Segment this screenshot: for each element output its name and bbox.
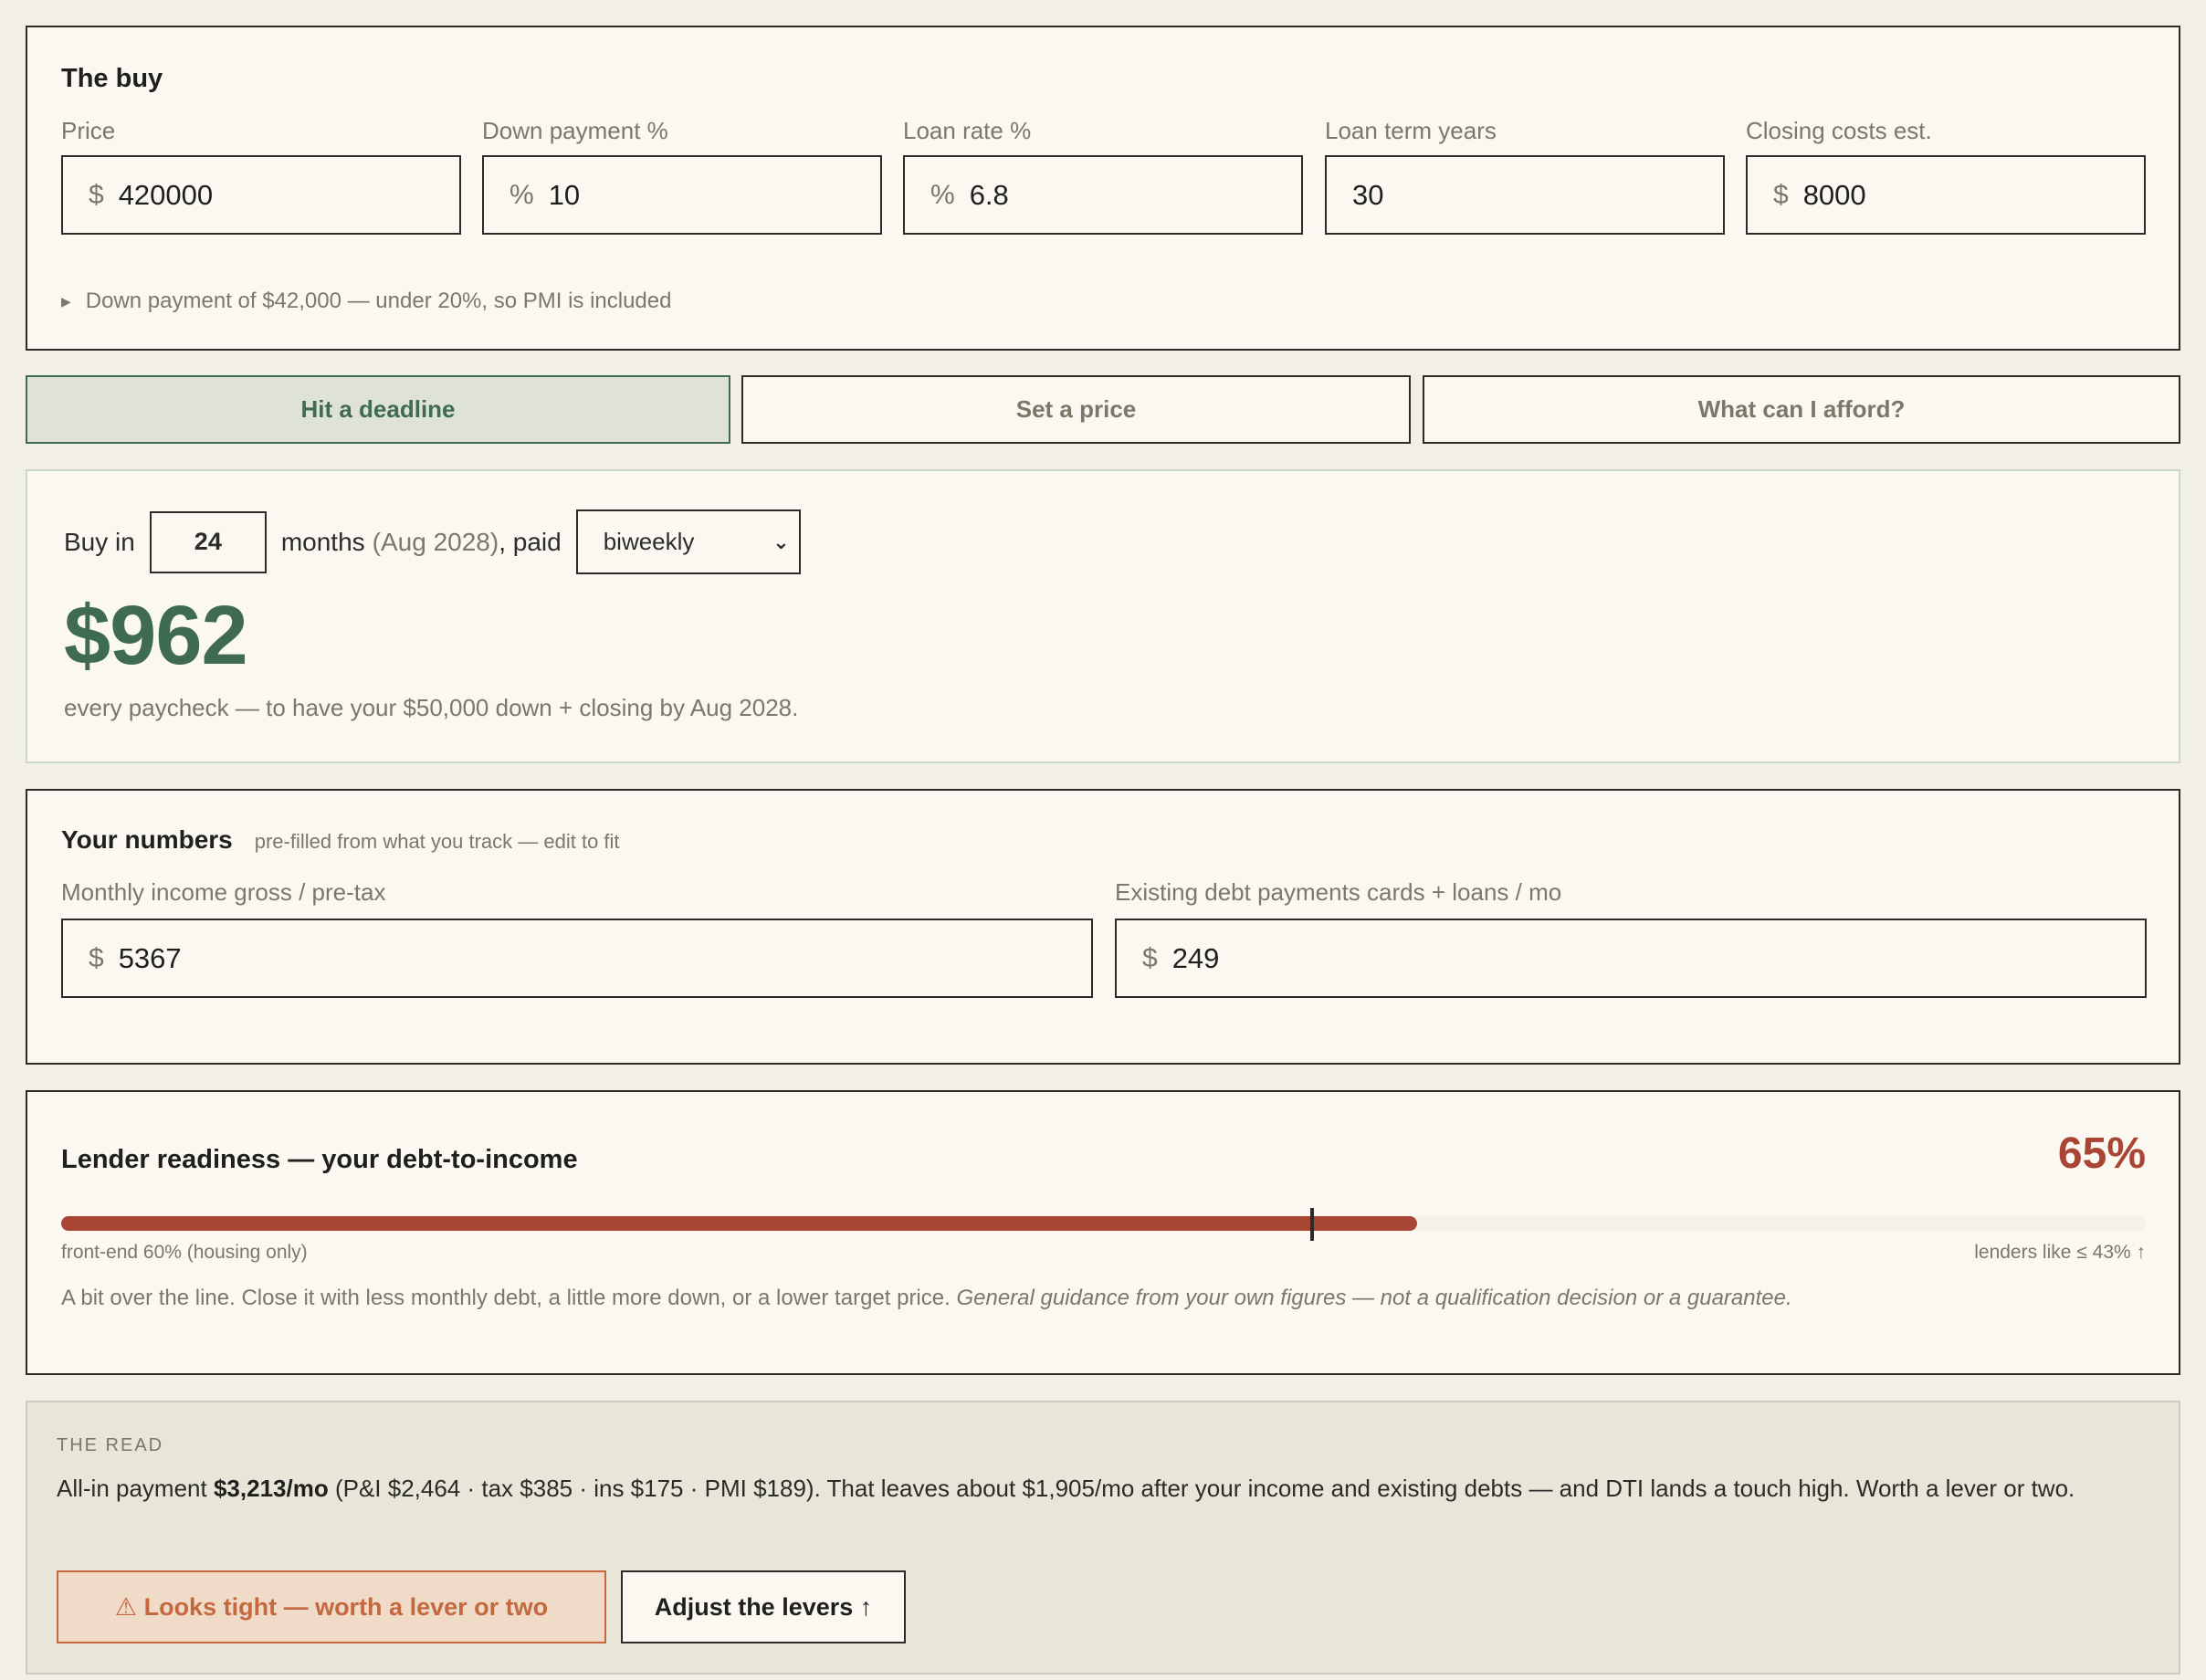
loan-rate-field[interactable]: % — [903, 155, 1303, 235]
price-input[interactable] — [118, 178, 415, 212]
existing-debt-input[interactable] — [1171, 941, 1975, 975]
loan-term-label: Loan term years — [1325, 117, 1497, 144]
all-in-payment: $3,213/mo — [213, 1475, 329, 1502]
loan-term-field[interactable] — [1325, 155, 1725, 235]
closing-costs-field[interactable]: $ — [1746, 155, 2146, 235]
your-numbers-header: Your numbers pre-filled from what you tr… — [61, 825, 620, 855]
down-payment-input[interactable] — [548, 178, 846, 212]
monthly-income-input[interactable] — [118, 941, 921, 975]
dti-guidance-text: A bit over the line. Close it with less … — [61, 1286, 951, 1310]
dti-progress-bar — [61, 1208, 2147, 1241]
per-paycheck-amount: $962 — [64, 589, 248, 682]
lender-readiness-panel: Lender readiness — your debt-to-income 6… — [26, 1090, 2180, 1375]
deadline-subtext: every paycheck — to have your $50,000 do… — [64, 694, 799, 721]
dollar-prefix: $ — [89, 942, 104, 973]
your-numbers-title: Your numbers — [61, 825, 233, 854]
closing-costs-input[interactable] — [1802, 178, 2100, 212]
loan-rate-input[interactable] — [969, 178, 1266, 212]
looks-tight-badge[interactable]: ⚠ Looks tight — worth a lever or two — [57, 1570, 606, 1643]
existing-debt-label: Existing debt payments cards + loans / m… — [1115, 878, 1562, 906]
down-payment-field[interactable]: % — [482, 155, 882, 235]
dollar-prefix: $ — [89, 179, 104, 210]
deadline-sentence: Buy in 24 months (Aug 2028) , paid biwee… — [64, 509, 801, 574]
buy-in-label: Buy in — [64, 527, 135, 556]
your-numbers-panel: Your numbers pre-filled from what you tr… — [26, 789, 2180, 1065]
deadline-panel: Buy in 24 months (Aug 2028) , paid biwee… — [26, 469, 2180, 763]
your-numbers-subtitle: pre-filled from what you track — edit to… — [254, 830, 620, 853]
closing-costs-label: Closing costs est. — [1746, 117, 1932, 144]
chevron-down-icon: ⌄ — [772, 530, 790, 553]
monthly-income-label: Monthly income gross / pre-tax — [61, 878, 386, 906]
dollar-prefix: $ — [1142, 942, 1158, 973]
months-input[interactable]: 24 — [149, 510, 267, 573]
target-date: (Aug 2028) — [372, 527, 499, 556]
adjust-levers-button[interactable]: Adjust the levers ↑ — [621, 1570, 906, 1643]
the-read-panel: THE READ All-in payment $3,213/mo (P&I $… — [26, 1401, 2180, 1675]
loan-rate-label: Loan rate % — [903, 117, 1032, 144]
lenders-threshold-caption: lenders like ≤ 43% ↑ — [1974, 1242, 2146, 1263]
dti-percent: 65% — [2057, 1129, 2146, 1178]
percent-prefix: % — [930, 179, 955, 210]
dti-progress-fill — [61, 1216, 1417, 1231]
monthly-income-field[interactable]: $ — [61, 919, 1093, 998]
dti-guidance-note: A bit over the line. Close it with less … — [61, 1286, 1792, 1311]
down-payment-label: Down payment % — [482, 117, 668, 144]
front-end-caption: front-end 60% (housing only) — [61, 1242, 308, 1263]
paid-label: , paid — [499, 527, 562, 556]
pmi-note-text: Down payment of $42,000 — under 20%, so … — [85, 289, 672, 313]
front-end-marker — [1310, 1208, 1315, 1241]
price-label: Price — [61, 117, 116, 144]
tab-hit-a-deadline[interactable]: Hit a deadline — [26, 375, 730, 444]
price-field[interactable]: $ — [61, 155, 461, 235]
tab-set-a-price[interactable]: Set a price — [741, 375, 1411, 444]
frequency-select[interactable]: biweekly ⌄ — [575, 509, 801, 574]
the-read-summary: All-in payment $3,213/mo (P&I $2,464 · t… — [57, 1468, 2138, 1508]
frequency-value: biweekly — [603, 528, 695, 555]
summary-lead: All-in payment — [57, 1475, 214, 1502]
percent-prefix: % — [509, 179, 534, 210]
months-label: months — [280, 527, 365, 556]
the-buy-panel: The buy Price $ Down payment % % Loan ra… — [26, 26, 2180, 351]
existing-debt-field[interactable]: $ — [1115, 919, 2147, 998]
pmi-note[interactable]: ▶ Down payment of $42,000 — under 20%, s… — [61, 289, 671, 314]
the-buy-title: The buy — [61, 64, 163, 93]
dti-disclaimer: General guidance from your own figures —… — [956, 1286, 1792, 1310]
summary-rest: (P&I $2,464 · tax $385 · ins $175 · PMI … — [328, 1475, 2075, 1502]
lender-readiness-title: Lender readiness — your debt-to-income — [61, 1145, 578, 1174]
tab-what-can-i-afford[interactable]: What can I afford? — [1423, 375, 2180, 444]
loan-term-input[interactable] — [1352, 178, 1649, 212]
dollar-prefix: $ — [1773, 179, 1789, 210]
the-read-kicker: THE READ — [57, 1435, 164, 1455]
disclosure-triangle-icon[interactable]: ▶ — [61, 294, 71, 310]
